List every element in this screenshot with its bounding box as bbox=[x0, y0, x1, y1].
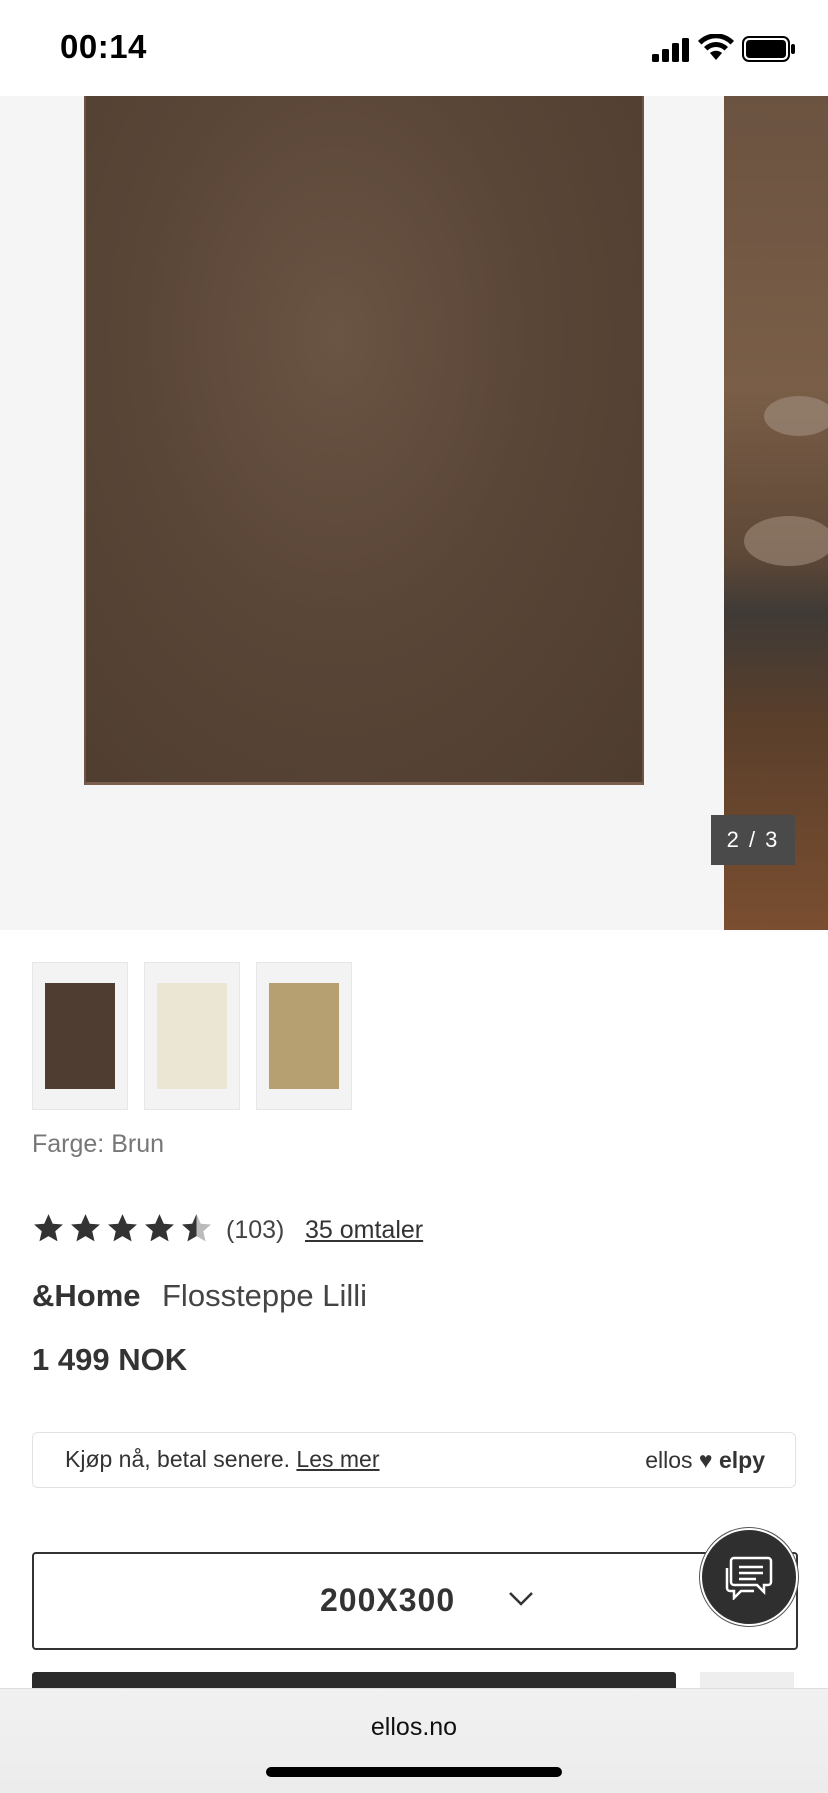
logo-elpy: elpy bbox=[718, 1447, 765, 1473]
chat-button[interactable] bbox=[700, 1528, 798, 1626]
image-counter: 2 / 3 bbox=[711, 815, 795, 865]
thumbnail-color-brown[interactable] bbox=[32, 962, 128, 1110]
heart-icon: ♥ bbox=[698, 1447, 713, 1473]
rating-stars bbox=[32, 1212, 213, 1246]
product-image-rug bbox=[84, 96, 644, 785]
browser-url[interactable]: ellos.no bbox=[0, 1713, 828, 1742]
ellos-elpy-logo: ellos ♥ elpy bbox=[645, 1447, 765, 1474]
thumbnail-swatch bbox=[269, 983, 339, 1089]
bnpl-banner: Kjøp nå, betal senere. Les mer ellos ♥ e… bbox=[32, 1432, 796, 1488]
product-price: 1 499 NOK bbox=[32, 1342, 188, 1377]
cellular-signal-icon bbox=[652, 38, 689, 62]
bnpl-text: Kjøp nå, betal senere. bbox=[65, 1446, 291, 1472]
product-name: Flossteppe Lilli bbox=[162, 1278, 368, 1313]
star-full-icon bbox=[71, 1214, 100, 1242]
battery-icon bbox=[742, 36, 795, 62]
thumbnail-color-white[interactable] bbox=[144, 962, 240, 1110]
product-image-gallery[interactable] bbox=[0, 96, 828, 930]
status-bar: 00:14 bbox=[0, 0, 828, 96]
wifi-icon bbox=[698, 34, 734, 60]
thumbnail-color-beige[interactable] bbox=[256, 962, 352, 1110]
thumbnail-swatch bbox=[45, 983, 115, 1089]
home-indicator bbox=[266, 1767, 562, 1777]
product-brand[interactable]: &Home bbox=[32, 1278, 141, 1314]
browser-address-bar[interactable]: ellos.no bbox=[0, 1688, 828, 1793]
next-image-preview[interactable] bbox=[724, 96, 828, 930]
reviews-link[interactable]: 35 omtaler bbox=[305, 1216, 423, 1245]
bnpl-read-more-link[interactable]: Les mer bbox=[296, 1446, 379, 1472]
bnpl-text-wrap: Kjøp nå, betal senere. Les mer bbox=[65, 1446, 380, 1473]
size-selected-value: 200X300 bbox=[320, 1582, 456, 1618]
chat-bubble-icon bbox=[725, 1556, 773, 1600]
status-time: 00:14 bbox=[60, 28, 147, 65]
color-label: Farge: Brun bbox=[32, 1130, 165, 1158]
star-full-icon bbox=[34, 1214, 63, 1242]
rating-count: (103) bbox=[226, 1216, 285, 1244]
star-half-icon bbox=[182, 1214, 211, 1242]
star-full-icon bbox=[108, 1214, 137, 1242]
thumbnail-swatch bbox=[157, 983, 227, 1089]
star-full-icon bbox=[145, 1214, 174, 1242]
size-dropdown[interactable]: 200X300 bbox=[32, 1552, 798, 1650]
logo-ellos: ellos bbox=[645, 1447, 693, 1473]
chevron-down-icon bbox=[509, 1592, 533, 1606]
